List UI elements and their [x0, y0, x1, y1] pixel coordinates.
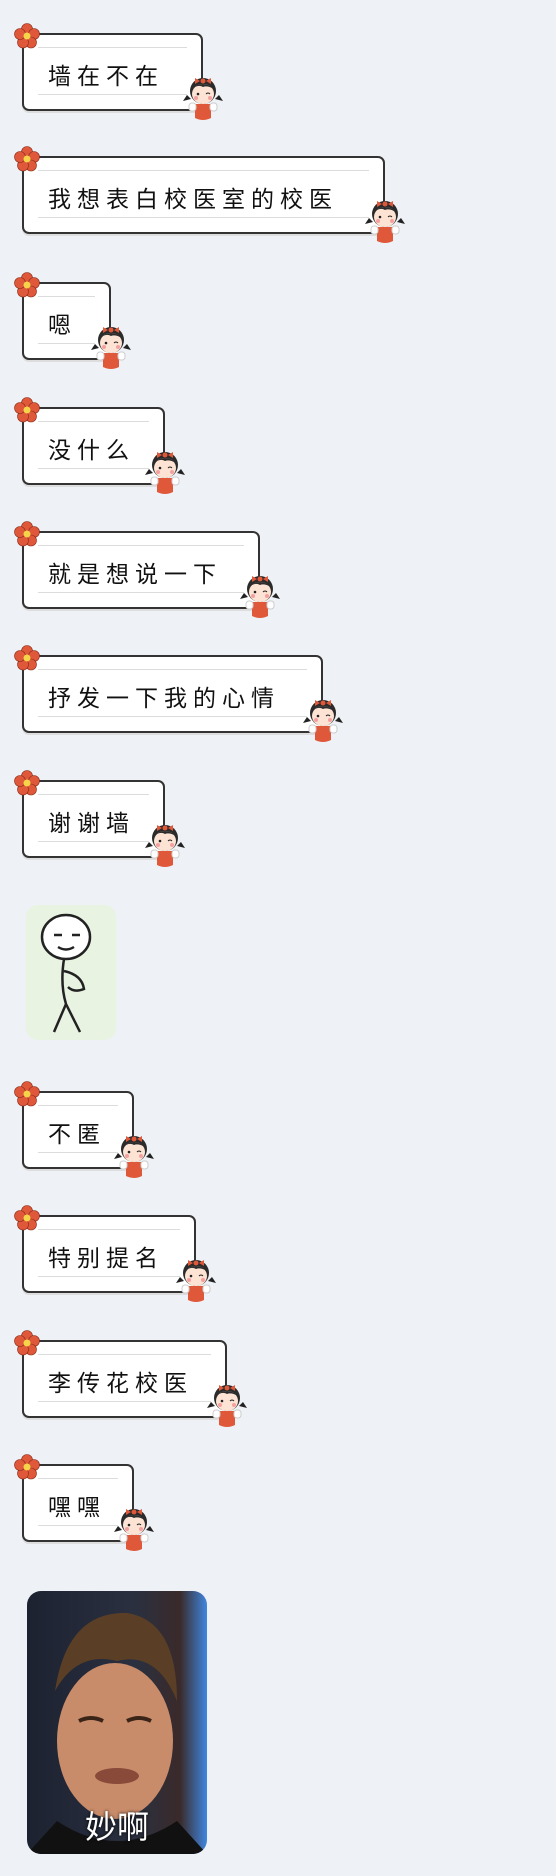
flower-icon: [14, 521, 40, 547]
meme-caption: 妙啊: [84, 1808, 149, 1846]
flower-icon: [14, 272, 40, 298]
cartoon-girl-icon: [91, 327, 131, 369]
ruled-line: [38, 94, 187, 95]
ruled-line: [38, 592, 244, 593]
meme-image[interactable]: 妙啊: [27, 1591, 207, 1854]
ruled-line: [38, 1478, 118, 1479]
message-text: 我想表白校医室的校医: [48, 187, 338, 213]
cartoon-girl-icon: [176, 1260, 216, 1302]
message-text: 嗯: [48, 313, 77, 339]
message-text: 没什么: [48, 438, 135, 464]
ruled-line: [38, 1401, 211, 1402]
message-bubble[interactable]: 嘿嘿: [14, 1454, 154, 1551]
message-text: 嘿嘿: [48, 1495, 106, 1521]
message-text: 就是想说一下: [48, 562, 222, 588]
ruled-line: [38, 794, 149, 795]
ruled-line: [38, 217, 369, 218]
cartoon-girl-icon: [145, 825, 185, 867]
stick-figure-icon: [40, 913, 92, 1033]
ruled-line: [38, 841, 149, 842]
flower-icon: [14, 1205, 40, 1231]
ruled-line: [38, 468, 149, 469]
message-bubble[interactable]: 抒发一下我的心情: [14, 645, 343, 742]
ruled-line: [38, 421, 149, 422]
cartoon-girl-icon: [183, 78, 223, 120]
message-text: 李传花校医: [48, 1371, 193, 1397]
message-text: 墙在不在: [48, 64, 164, 90]
flower-icon: [14, 1081, 40, 1107]
cartoon-girl-icon: [365, 201, 405, 243]
flower-icon: [14, 146, 40, 172]
cartoon-girl-icon: [114, 1136, 154, 1178]
message-bubble[interactable]: 特别提名: [14, 1205, 216, 1302]
cartoon-girl-icon: [145, 452, 185, 494]
cartoon-girl-icon: [303, 700, 343, 742]
flower-icon: [14, 770, 40, 796]
message-bubble[interactable]: 谢谢墙: [14, 770, 185, 867]
flower-icon: [14, 23, 40, 49]
message-bubble[interactable]: 我想表白校医室的校医: [14, 146, 405, 243]
message-bubble[interactable]: 没什么: [14, 397, 185, 494]
cartoon-girl-icon: [240, 576, 280, 618]
ruled-line: [38, 1152, 118, 1153]
message-text: 抒发一下我的心情: [48, 686, 280, 712]
message-bubble[interactable]: 墙在不在: [14, 23, 223, 120]
ruled-line: [38, 47, 187, 48]
ruled-line: [38, 296, 95, 297]
ruled-line: [38, 1354, 211, 1355]
message-text: 特别提名: [48, 1246, 164, 1272]
ruled-line: [38, 343, 95, 344]
ruled-line: [38, 170, 369, 171]
flower-icon: [14, 1330, 40, 1356]
message-text: 不匿: [48, 1122, 106, 1148]
flower-icon: [14, 645, 40, 671]
message-text: 谢谢墙: [48, 811, 135, 837]
ruled-line: [38, 669, 307, 670]
ruled-line: [38, 545, 244, 546]
message-bubble[interactable]: 不匿: [14, 1081, 154, 1178]
flower-icon: [14, 1454, 40, 1480]
ruled-line: [38, 716, 307, 717]
message-bubble[interactable]: 李传花校医: [14, 1330, 247, 1427]
cartoon-girl-icon: [207, 1385, 247, 1427]
cartoon-girl-icon: [114, 1509, 154, 1551]
ruled-line: [38, 1525, 118, 1526]
ruled-line: [38, 1276, 180, 1277]
stick-figure-sticker[interactable]: [26, 905, 116, 1040]
flower-icon: [14, 397, 40, 423]
ruled-line: [38, 1105, 118, 1106]
ruled-line: [38, 1229, 180, 1230]
message-bubble[interactable]: 就是想说一下: [14, 521, 280, 618]
message-bubble[interactable]: 嗯: [14, 272, 131, 369]
